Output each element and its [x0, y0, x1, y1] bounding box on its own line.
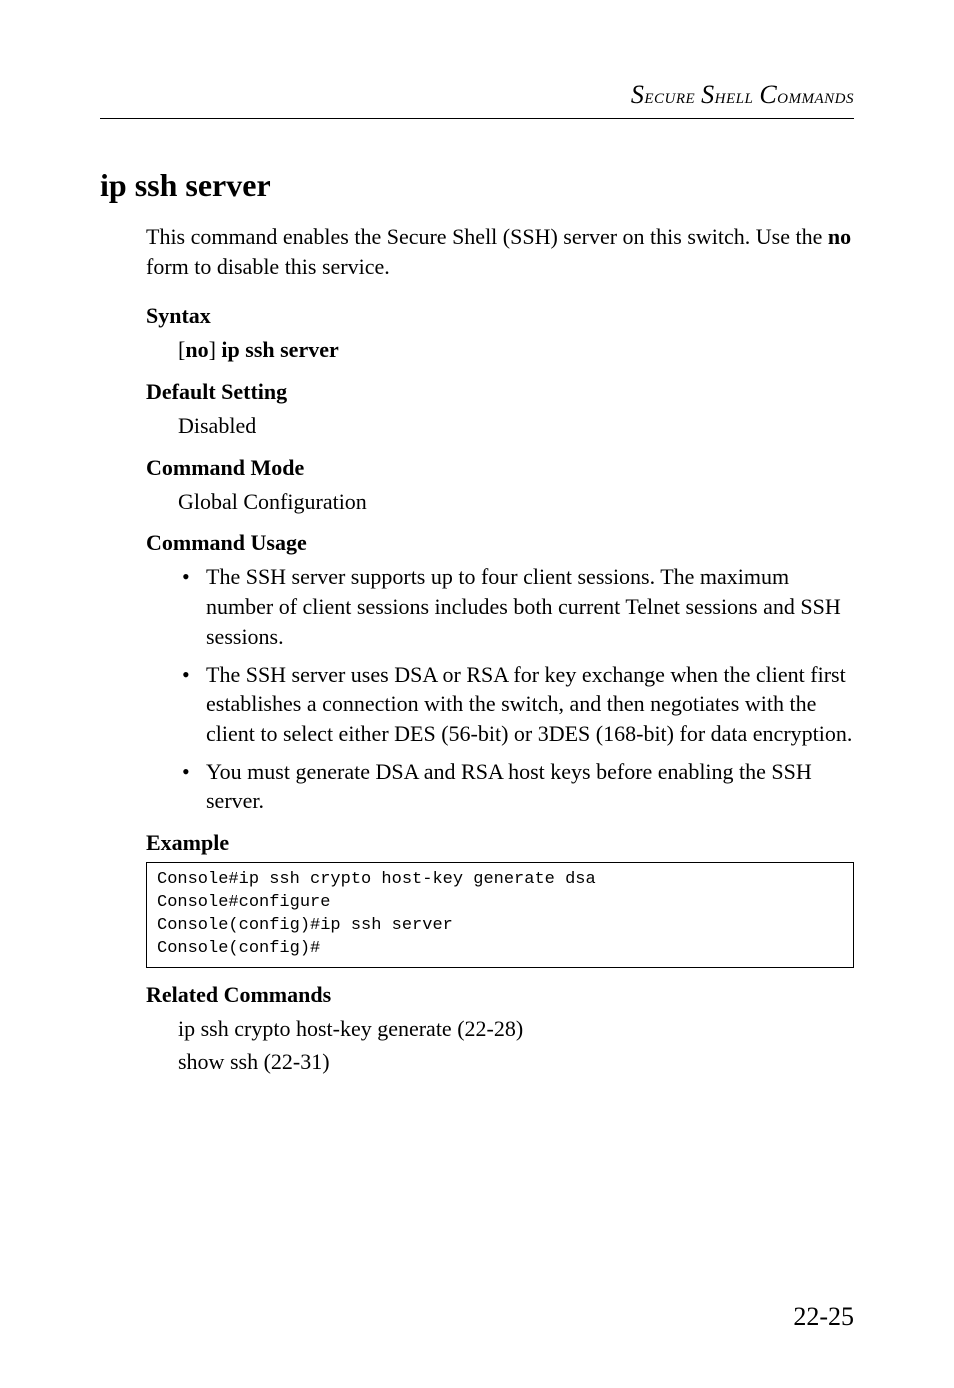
- syntax-no: no: [185, 337, 208, 362]
- syntax-rest: ip ssh server: [216, 337, 339, 362]
- command-title: ip ssh server: [100, 167, 854, 204]
- list-item: The SSH server uses DSA or RSA for key e…: [178, 660, 854, 749]
- command-mode-value: Global Configuration: [178, 487, 854, 517]
- related-line: ip ssh crypto host-key generate (22-28): [178, 1014, 854, 1044]
- default-setting-value: Disabled: [178, 411, 854, 441]
- command-usage-list: The SSH server supports up to four clien…: [178, 562, 854, 816]
- example-label: Example: [146, 830, 854, 856]
- page-number: 22-25: [793, 1302, 854, 1332]
- intro-post: form to disable this service.: [146, 254, 390, 279]
- intro-pre: This command enables the Secure Shell (S…: [146, 224, 828, 249]
- list-item: The SSH server supports up to four clien…: [178, 562, 854, 651]
- syntax-label: Syntax: [146, 303, 854, 329]
- syntax-line: [no] ip ssh server: [178, 335, 854, 365]
- syntax-close-bracket: ]: [209, 337, 216, 362]
- default-setting-label: Default Setting: [146, 379, 854, 405]
- running-head: Secure Shell Commands: [100, 80, 854, 110]
- list-item: You must generate DSA and RSA host keys …: [178, 757, 854, 816]
- intro-paragraph: This command enables the Secure Shell (S…: [146, 222, 854, 281]
- intro-bold: no: [828, 224, 851, 249]
- related-commands-label: Related Commands: [146, 982, 854, 1008]
- example-code: Console#ip ssh crypto host-key generate …: [146, 862, 854, 968]
- header-rule: [100, 118, 854, 119]
- related-line: show ssh (22-31): [178, 1047, 854, 1077]
- command-mode-label: Command Mode: [146, 455, 854, 481]
- command-usage-label: Command Usage: [146, 530, 854, 556]
